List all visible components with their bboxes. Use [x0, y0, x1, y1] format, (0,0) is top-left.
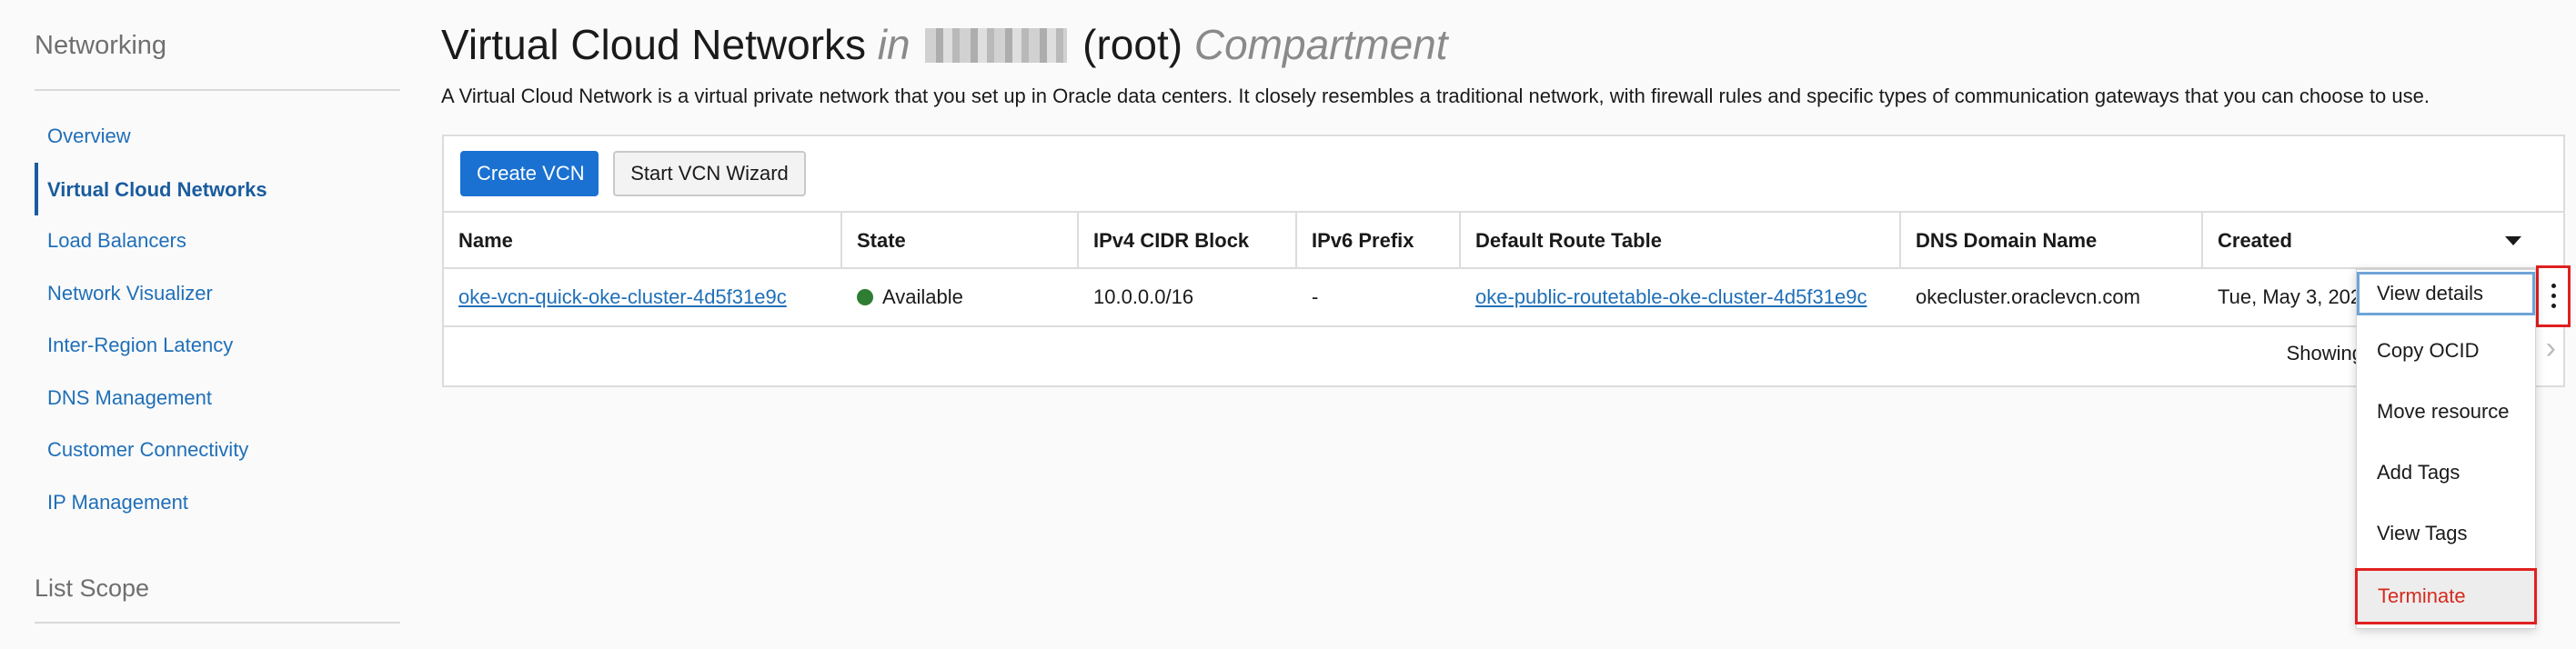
create-vcn-button[interactable]: Create VCN: [460, 151, 599, 196]
column-header-name[interactable]: Name: [444, 213, 842, 267]
menu-item-terminate[interactable]: Terminate: [2355, 568, 2537, 624]
pagination-text: Showing: [2286, 342, 2363, 364]
page-title-compartment: Compartment: [1193, 21, 1448, 68]
cell-name: oke-vcn-quick-oke-cluster-4d5f31e9c: [444, 269, 842, 325]
cell-state: Available: [842, 269, 1079, 325]
next-page-icon[interactable]: ›: [2546, 331, 2556, 366]
sidebar-item-inter-region-latency[interactable]: Inter-Region Latency: [47, 334, 233, 357]
start-vcn-wizard-button[interactable]: Start VCN Wizard: [613, 151, 806, 196]
table-header: Name State IPv4 CIDR Block IPv6 Prefix D…: [444, 211, 2563, 269]
route-table-link[interactable]: oke-public-routetable-oke-cluster-4d5f31…: [1475, 285, 1867, 308]
sidebar-item-customer-connectivity[interactable]: Customer Connectivity: [47, 438, 248, 462]
cell-dns: okecluster.oraclevcn.com: [1916, 285, 2140, 308]
menu-item-view-tags[interactable]: View Tags: [2357, 506, 2535, 561]
sidebar-item-overview[interactable]: Overview: [47, 125, 131, 148]
cell-ipv6: -: [1312, 285, 1319, 308]
sort-desc-icon[interactable]: [2505, 236, 2521, 245]
row-actions-kebab-icon[interactable]: [2536, 265, 2571, 327]
list-scope-divider: [35, 622, 400, 624]
vcn-name-link[interactable]: oke-vcn-quick-oke-cluster-4d5f31e9c: [458, 285, 787, 308]
column-header-ipv4[interactable]: IPv4 CIDR Block: [1079, 213, 1297, 267]
table-row: oke-vcn-quick-oke-cluster-4d5f31e9c Avai…: [444, 269, 2563, 327]
column-header-state[interactable]: State: [842, 213, 1079, 267]
kebab-dot: [2551, 304, 2556, 308]
cell-created: Tue, May 3, 202: [2218, 285, 2362, 308]
kebab-dot: [2551, 284, 2556, 288]
cell-ipv4: 10.0.0.0/16: [1093, 285, 1194, 308]
sidebar-divider: [35, 89, 400, 91]
sidebar-item-ip-management[interactable]: IP Management: [47, 491, 188, 514]
cell-route-table: oke-public-routetable-oke-cluster-4d5f31…: [1461, 269, 1901, 325]
available-status-icon: [857, 289, 873, 305]
menu-item-view-details[interactable]: View details: [2357, 272, 2535, 315]
sidebar-title: Networking: [35, 31, 167, 60]
sidebar-item-dns-management[interactable]: DNS Management: [47, 386, 212, 410]
menu-item-add-tags[interactable]: Add Tags: [2357, 445, 2535, 500]
page-description: A Virtual Cloud Network is a virtual pri…: [441, 85, 2430, 107]
active-nav-indicator: [35, 163, 38, 215]
row-actions-menu: View details Copy OCID Move resource Add…: [2355, 269, 2537, 629]
menu-item-copy-ocid[interactable]: Copy OCID: [2357, 324, 2535, 378]
column-header-ipv6[interactable]: IPv6 Prefix: [1297, 213, 1461, 267]
redacted-compartment-name: [925, 28, 1068, 63]
page-title-in: in: [877, 21, 911, 68]
page-title-root: (root): [1082, 21, 1183, 68]
sidebar-item-network-visualizer[interactable]: Network Visualizer: [47, 282, 213, 305]
kebab-dot: [2551, 294, 2556, 298]
sidebar-item-load-balancers[interactable]: Load Balancers: [47, 229, 186, 253]
vcn-table-panel: Create VCN Start VCN Wizard Name State I…: [442, 135, 2565, 387]
column-header-dns[interactable]: DNS Domain Name: [1901, 213, 2203, 267]
sidebar: Networking Overview Virtual Cloud Networ…: [35, 0, 400, 649]
page-title-main: Virtual Cloud Networks: [441, 21, 867, 68]
state-text: Available: [882, 285, 963, 308]
page-title: Virtual Cloud Networks in (root) Compart…: [441, 20, 1448, 69]
sidebar-item-virtual-cloud-networks[interactable]: Virtual Cloud Networks: [47, 178, 267, 202]
menu-item-move-resource[interactable]: Move resource: [2357, 384, 2535, 439]
list-scope-title: List Scope: [35, 574, 150, 602]
column-header-route-table[interactable]: Default Route Table: [1461, 213, 1901, 267]
